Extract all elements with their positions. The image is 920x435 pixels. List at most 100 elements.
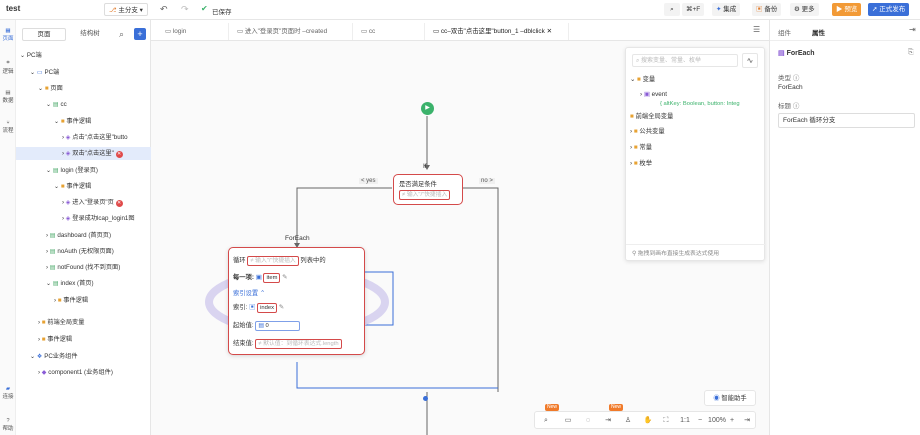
- wave-icon[interactable]: ∿: [742, 53, 758, 68]
- editor-tabs: ▭ login ▭ 进入"登录页"页面时 –created ▭ cc ▭ cc–…: [151, 20, 769, 41]
- if-condition-node[interactable]: 是否满足条件 ≠ 输入"/"快捷插入: [393, 174, 463, 205]
- saved-check-icon: ✔: [201, 4, 208, 13]
- publish-button[interactable]: ➚ 正式发布: [868, 3, 910, 16]
- person-icon[interactable]: ♙: [621, 414, 635, 428]
- collapse-panel-icon[interactable]: ⇥: [909, 25, 916, 34]
- var-row[interactable]: › ■ 枚举: [630, 159, 652, 169]
- tab-properties[interactable]: 属性: [812, 27, 825, 37]
- tree-row[interactable]: › ▤ dashboard (首页页): [16, 229, 151, 242]
- rail-help[interactable]: ? 帮助: [0, 418, 16, 432]
- index-chip[interactable]: index: [257, 303, 277, 313]
- folder-icon: ■: [41, 319, 46, 326]
- tree-row[interactable]: › ◆ component1 (业务组件): [16, 366, 151, 379]
- flow-icon: ⑂: [6, 120, 10, 126]
- rail-flow[interactable]: ⑂ 流程: [0, 120, 16, 134]
- preview-button[interactable]: ▶ 预览: [832, 3, 862, 16]
- comment-icon[interactable]: ◌: [581, 414, 595, 428]
- rail-logic[interactable]: ⌗ 逻辑: [0, 60, 16, 75]
- undo-icon[interactable]: ↶: [160, 4, 168, 15]
- tree-row[interactable]: ⌄ ❖ PC业务组件: [16, 350, 151, 363]
- tree-label: 进入"登录页"页: [72, 199, 114, 206]
- title-input[interactable]: ForEach 循环分支: [778, 113, 915, 128]
- tree-row[interactable]: › ■ 事件逻辑: [16, 294, 151, 307]
- image-icon[interactable]: ▭: [561, 414, 575, 428]
- var-row[interactable]: ■ 前端全局变量: [630, 112, 673, 122]
- tab-pages[interactable]: 页面: [22, 28, 66, 41]
- search-icon[interactable]: ⌕: [119, 29, 124, 40]
- tab-components[interactable]: 组件: [778, 27, 791, 37]
- logic-icon: ◈: [65, 150, 71, 157]
- search-button[interactable]: ⌕: [664, 3, 680, 16]
- search-icon[interactable]: ⌕: [539, 414, 553, 428]
- redo-icon[interactable]: ↷: [181, 4, 189, 15]
- integrate-button[interactable]: ✦ 集成: [712, 3, 741, 16]
- index-settings-toggle[interactable]: 索引设置 ⌃: [233, 288, 265, 297]
- start-value-input[interactable]: ▤ 0: [255, 321, 301, 331]
- folder-icon: ■: [630, 113, 634, 120]
- tree-row[interactable]: ⌄ ▤ cc: [16, 98, 151, 111]
- ratio-button[interactable]: 1:1: [675, 414, 695, 428]
- tab-cc-dblclick[interactable]: ▭ cc–双击"点击这里"button_1 –dblclick ✕: [425, 23, 569, 40]
- condition-input[interactable]: ≠ 输入"/"快捷插入: [399, 190, 451, 200]
- start-node-icon[interactable]: ▶: [421, 102, 434, 115]
- tree-row[interactable]: ⌄ ▭ PC端: [16, 66, 151, 79]
- loop-input[interactable]: ≠ 输入"/"快捷插入: [247, 256, 299, 266]
- copy-icon[interactable]: ⎘: [908, 49, 914, 57]
- zoom-in-button[interactable]: +: [727, 414, 737, 428]
- shortcut-button[interactable]: ⌘+F: [682, 3, 705, 16]
- tree-row[interactable]: › ◈ 进入"登录页"页 ✕: [16, 196, 151, 209]
- tree-row-selected[interactable]: › ◈ 双击"点击这里" ✕: [16, 147, 151, 160]
- collapse-icon[interactable]: ⇥: [740, 414, 754, 428]
- tab-cc[interactable]: ▭ cc: [353, 23, 425, 40]
- zoom-out-button[interactable]: −: [695, 414, 705, 428]
- branch-selector[interactable]: ⎇ 主分支 ▾: [104, 3, 148, 16]
- fit-icon[interactable]: ⛶: [659, 414, 673, 428]
- tree-row[interactable]: › ▤ notFound (找不到页面): [16, 261, 151, 274]
- tree-label: 事件逻辑: [47, 336, 73, 343]
- tree-label: PC端: [26, 52, 42, 59]
- edit-icon[interactable]: ✎: [282, 274, 287, 281]
- branch-icon: ⎇: [109, 7, 117, 14]
- tree-row[interactable]: ⌄ ■ 事件逻辑: [16, 180, 151, 193]
- tree-row[interactable]: › ▤ noAuth (无权限页面): [16, 245, 151, 258]
- more-label: 更多: [801, 6, 815, 13]
- more-button[interactable]: ⚙ 更多: [790, 3, 819, 16]
- tab-login-created[interactable]: ▭ 进入"登录页"页面时 –created: [229, 23, 353, 40]
- tree-row[interactable]: ⌄ ■ 事件逻辑: [16, 115, 151, 128]
- tree-row[interactable]: › ◈ 点击"点击这里"butto: [16, 131, 151, 144]
- rail-connect[interactable]: ▰ 连接: [0, 386, 16, 400]
- variable-search-input[interactable]: ⌕ 搜索变量、常量、枚举: [632, 54, 738, 67]
- project-name[interactable]: test: [6, 4, 20, 13]
- tab-login[interactable]: ▭ login: [157, 23, 229, 40]
- tab-structure[interactable]: 结构树: [68, 28, 112, 41]
- start-value: 0: [265, 323, 269, 329]
- assistant-button[interactable]: ◉ 智能助手: [704, 390, 756, 406]
- rail-data[interactable]: ▤ 数据: [0, 90, 16, 104]
- var-row[interactable]: › ■ 常量: [630, 143, 652, 153]
- export-icon[interactable]: ⇥: [601, 414, 615, 428]
- tree-label: 页面: [50, 85, 63, 92]
- close-icon[interactable]: ✕: [547, 28, 552, 35]
- tree-row[interactable]: › ■ 事件逻辑: [16, 333, 151, 346]
- page-tree-panel: 页面 结构树 ⌕ + ⌄ PC端 ⌄ ▭ PC端 ⌄ ■ 页面 ⌄ ▤ cc ⌄…: [16, 20, 151, 435]
- rail-pages[interactable]: ▦ 页面: [0, 28, 16, 42]
- end-value-input[interactable]: ≠ 默认值：到循环表达式.length: [255, 339, 342, 349]
- var-row[interactable]: › ■ 公共变量: [630, 127, 665, 137]
- var-row[interactable]: ⌄ ■ 变量: [630, 75, 655, 85]
- item-chip[interactable]: item: [263, 273, 281, 283]
- edit-icon[interactable]: ✎: [279, 304, 284, 311]
- hand-icon[interactable]: ✋: [641, 414, 655, 428]
- tree-row[interactable]: ⌄ ▤ index (首页): [16, 277, 151, 290]
- tree-label: 前端全局变量: [47, 319, 85, 326]
- list-icon[interactable]: ☰: [753, 25, 760, 34]
- tree-row[interactable]: ⌄ PC端: [16, 49, 151, 62]
- tree-row[interactable]: ⌄ ▤ login (登录页): [16, 164, 151, 177]
- add-button[interactable]: +: [134, 28, 146, 40]
- tree-row[interactable]: › ◈ 登录成功lcap_login1图: [16, 212, 151, 225]
- tree-row[interactable]: ⌄ ■ 页面: [16, 82, 151, 95]
- end-row: 结束值: ≠ 默认值：到循环表达式.length: [233, 338, 342, 349]
- backup-button[interactable]: ▣ 备份: [752, 3, 782, 16]
- foreach-node[interactable]: 循环 ≠ 输入"/"快捷插入 列表中的 每一项: ▣ item ✎ 索引设置 ⌃…: [228, 247, 365, 355]
- tree-row[interactable]: › ■ 前端全局变量: [16, 316, 151, 329]
- fx-icon: ≠: [258, 341, 262, 347]
